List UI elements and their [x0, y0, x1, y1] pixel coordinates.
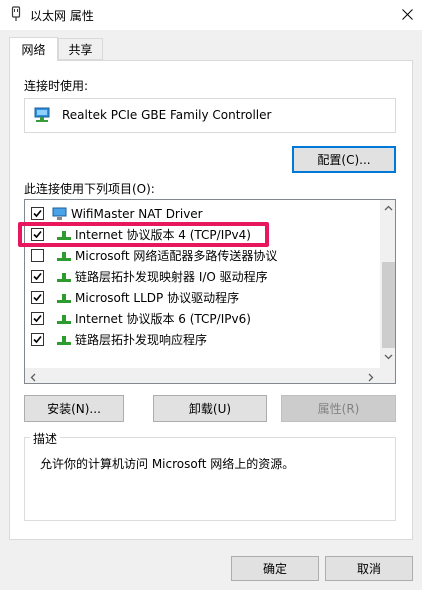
items-label: 此连接使用下列项目(O): [24, 182, 155, 196]
checkbox[interactable] [31, 333, 44, 346]
ok-button[interactable]: 确定 [231, 556, 319, 581]
uninstall-button[interactable]: 卸载(U) [153, 395, 267, 422]
check-icon [33, 272, 42, 281]
properties-button-label: 属性(R) [317, 402, 360, 416]
check-icon [33, 314, 42, 323]
checkbox[interactable] [31, 312, 44, 325]
install-button[interactable]: 安装(N)... [24, 395, 124, 422]
protocol-icon [57, 314, 71, 324]
tab-network-label: 网络 [21, 43, 46, 57]
title-bar: 以太网 属性 [0, 0, 422, 30]
tab-network[interactable]: 网络 [9, 37, 58, 61]
configure-button-label: 配置(C)... [317, 153, 371, 167]
install-button-label: 安装(N)... [47, 402, 101, 416]
checkbox[interactable] [31, 207, 44, 220]
protocol-icon [57, 335, 71, 345]
description-text: 允许你的计算机访问 Microsoft 网络上的资源。 [40, 457, 295, 471]
list-item-label: Microsoft 网络适配器多路传送器协议 [75, 249, 278, 263]
check-icon [33, 209, 42, 218]
checkbox[interactable] [31, 270, 44, 283]
configure-button[interactable]: 配置(C)... [292, 146, 396, 173]
check-icon [33, 293, 42, 302]
window-title: 以太网 属性 [30, 9, 94, 23]
chevron-left-icon[interactable] [30, 373, 36, 382]
cancel-button[interactable]: 取消 [325, 556, 413, 581]
adapter-name: Realtek PCIe GBE Family Controller [62, 108, 272, 122]
checkbox[interactable] [31, 291, 44, 304]
list-item[interactable]: 链路层拓扑发现映射器 I/O 驱动程序 [25, 266, 380, 287]
description-title: 描述 [30, 430, 61, 447]
horizontal-scrollbar[interactable] [25, 368, 395, 383]
list-item-label: Internet 协议版本 6 (TCP/IPv6) [75, 312, 251, 326]
list-item-label: 链路层拓扑发现响应程序 [75, 333, 208, 347]
chevron-up-icon[interactable] [384, 205, 393, 211]
list-item[interactable]: Internet 协议版本 6 (TCP/IPv6) [25, 308, 380, 329]
network-adapter-icon [34, 107, 50, 122]
close-button[interactable] [395, 3, 419, 25]
scroll-thumb[interactable] [382, 262, 395, 348]
uninstall-button-label: 卸载(U) [188, 402, 232, 416]
protocol-icon [57, 251, 71, 261]
network-adapter-icon [11, 6, 21, 21]
vertical-scrollbar[interactable] [380, 200, 395, 368]
list-item[interactable]: Microsoft 网络适配器多路传送器协议 [25, 245, 380, 266]
monitor-icon [52, 207, 67, 220]
protocol-icon [57, 293, 71, 303]
tab-sharing-label: 共享 [68, 42, 93, 57]
highlight-annotation [18, 222, 269, 247]
list-item[interactable]: WifiMaster NAT Driver [25, 203, 380, 224]
checkbox[interactable] [31, 249, 44, 262]
list-item-label: WifiMaster NAT Driver [71, 206, 203, 221]
adapter-box: Realtek PCIe GBE Family Controller [24, 98, 396, 133]
list-item[interactable]: 链路层拓扑发现响应程序 [25, 329, 380, 350]
chevron-right-icon[interactable] [368, 373, 374, 382]
tab-sharing[interactable]: 共享 [58, 38, 103, 60]
protocol-icon [57, 272, 71, 282]
properties-button[interactable]: 属性(R) [281, 395, 396, 422]
connect-using-label: 连接时使用: [24, 79, 89, 93]
description-group [24, 437, 396, 521]
chevron-down-icon[interactable] [384, 354, 393, 360]
cancel-button-label: 取消 [356, 562, 381, 576]
ok-button-label: 确定 [262, 562, 287, 576]
check-icon [33, 335, 42, 344]
close-icon [401, 8, 413, 20]
list-item-label: 链路层拓扑发现映射器 I/O 驱动程序 [75, 270, 268, 284]
list-item[interactable]: Microsoft LLDP 协议驱动程序 [25, 287, 380, 308]
list-item-label: Microsoft LLDP 协议驱动程序 [75, 291, 240, 305]
